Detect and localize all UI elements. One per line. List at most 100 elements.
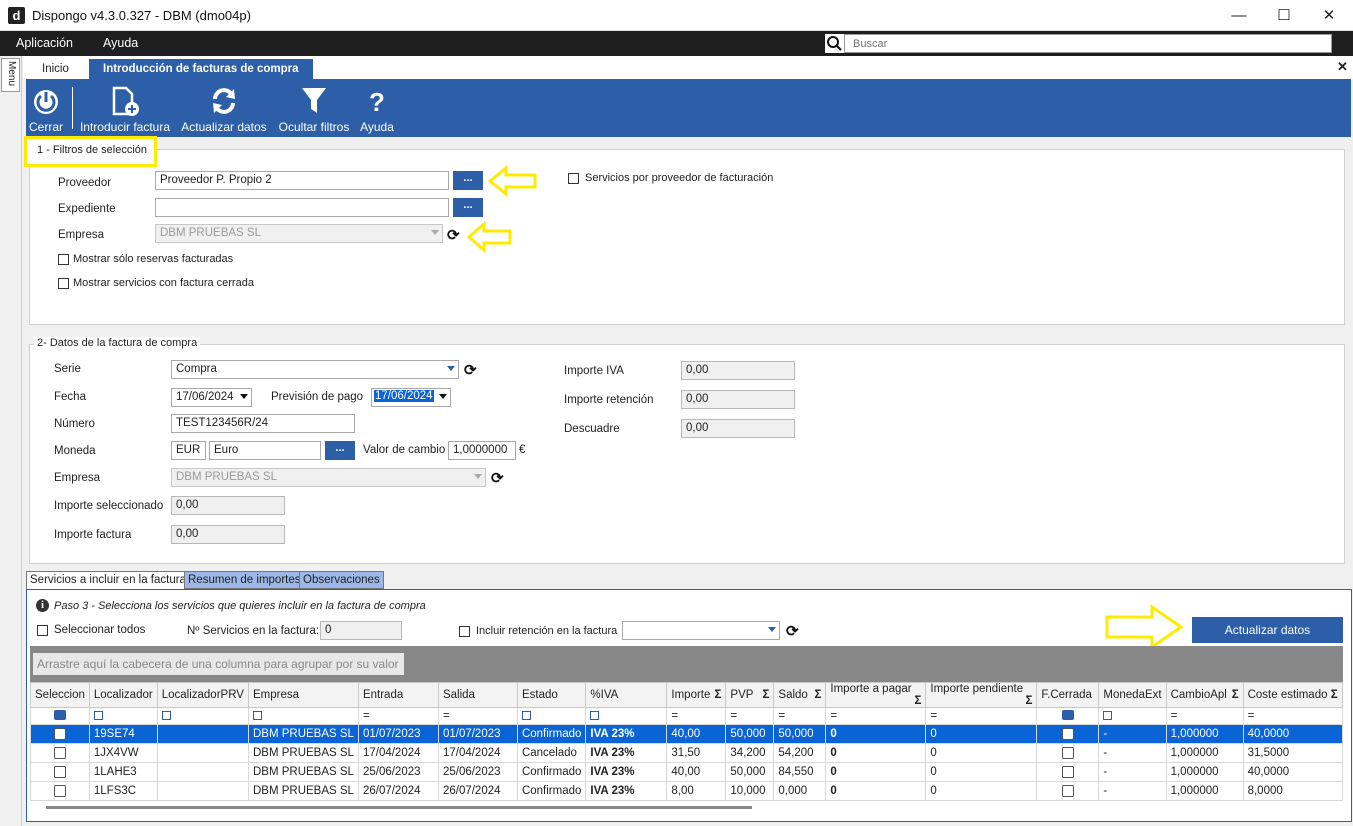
filter-checkbox-icon[interactable] [53,709,66,720]
filter-box-icon[interactable] [1103,711,1113,721]
column-header-localizadorprv[interactable]: LocalizadorPRV [156,682,249,708]
filter-cell[interactable] [88,707,158,725]
select-all-checkbox[interactable] [37,625,48,636]
filter-cell[interactable] [516,707,587,725]
column-header-localizador[interactable]: Localizador [88,682,158,708]
closed-invoice-checkbox[interactable] [58,278,69,289]
filter-cell[interactable]: = [1242,707,1343,725]
date-field[interactable]: 17/06/2024 [171,388,252,407]
filter-cell[interactable] [1036,707,1100,725]
number-field[interactable]: TEST123456R/24 [171,414,355,433]
tab-facturas-compra[interactable]: Introducción de facturas de compra [89,59,313,79]
filter-box-icon[interactable] [252,711,262,721]
filter-box-icon[interactable] [161,711,171,721]
column-header-importe-pendiente[interactable]: Importe pendiente Σ [925,682,1038,708]
filter-cell[interactable] [1098,707,1167,725]
filter-cell[interactable] [585,707,668,725]
filter-cell[interactable] [156,707,249,725]
currency-name-field[interactable]: Euro [209,441,321,460]
side-menu-tab[interactable]: Menu [1,58,20,92]
table-row[interactable]: 1LFS3C DBM PRUEBAS SL 26/07/2024 26/07/2024… [30,781,1343,801]
column-header-estado[interactable]: Estado [516,682,587,708]
filter-cell[interactable] [30,707,90,725]
column-header-coste-estimado[interactable]: Coste estimado Σ [1242,682,1343,708]
column-header-monedaext[interactable]: MonedaExt [1098,682,1167,708]
provider-search-button[interactable]: ... [453,171,483,190]
filter-box-icon[interactable] [93,711,103,721]
column-header-cambioapl[interactable]: CambioApl Σ [1165,682,1244,708]
filter-cell[interactable]: = [773,707,827,725]
column-header-importe[interactable]: Importe Σ [666,682,727,708]
column-header-empresa[interactable]: Empresa [247,682,359,708]
sum-icon[interactable]: Σ [1331,689,1338,701]
closed-checkbox[interactable] [1061,746,1074,759]
menu-aplicacion[interactable]: Aplicación [16,36,73,50]
file-field[interactable] [155,198,449,217]
row-select-checkbox[interactable] [53,765,66,778]
table-row[interactable]: 19SE74 DBM PRUEBAS SL 01/07/2023 01/07/2023… [30,724,1343,744]
new-invoice-button[interactable]: Introducir factura [79,79,171,137]
tab-inicio[interactable]: Inicio [28,59,83,79]
tab-amounts-summary[interactable]: Resumen de importes [184,571,305,589]
close-tab-icon[interactable]: ✕ [1337,59,1348,75]
column-header-saldo[interactable]: Saldo Σ [773,682,827,708]
table-row[interactable]: 1LAHE3 DBM PRUEBAS SL 25/06/2023 25/06/2023… [30,762,1343,782]
menu-ayuda[interactable]: Ayuda [103,36,138,50]
series-select[interactable]: Compra [171,360,459,379]
file-search-button[interactable]: ... [453,198,483,217]
filter-box-icon[interactable] [521,711,531,721]
minimize-button[interactable]: — [1216,0,1262,31]
closed-checkbox[interactable] [1061,727,1074,740]
exchange-field[interactable]: 1,0000000 [448,441,516,460]
filter-cell[interactable]: = [1165,707,1244,725]
provider-field[interactable]: Proveedor P. Propio 2 [155,171,449,190]
column-header-entrada[interactable]: Entrada [357,682,439,708]
sum-icon[interactable]: Σ [815,689,822,701]
sum-icon[interactable]: Σ [1026,695,1033,707]
refresh-invoice-company-icon[interactable]: ⟳ [491,469,504,487]
hide-filters-button[interactable]: Ocultar filtros [276,79,352,137]
filter-checkbox-icon[interactable] [1061,709,1074,720]
close-button[interactable]: Cerrar [28,79,64,137]
filter-cell[interactable]: = [437,707,518,725]
currency-code-field[interactable]: EUR [171,441,206,460]
sum-icon[interactable]: Σ [915,695,922,707]
refresh-data-bottom-button[interactable]: Actualizar datos [1192,617,1343,643]
filter-cell[interactable]: = [725,707,775,725]
search-input[interactable] [849,35,1329,52]
retention-select[interactable] [622,621,780,640]
refresh-series-icon[interactable]: ⟳ [464,361,477,379]
only-invoiced-checkbox[interactable] [58,254,69,265]
column-header-f-cerrada[interactable]: F.Cerrada [1036,682,1100,708]
filter-box-icon[interactable] [590,711,600,721]
filter-cell[interactable]: = [825,707,927,725]
maximize-button[interactable]: ☐ [1261,0,1307,31]
row-select-checkbox[interactable] [53,784,66,797]
company-filter-select[interactable]: DBM PRUEBAS SL [155,224,443,243]
refresh-data-button[interactable]: Actualizar datos [181,79,267,137]
closed-checkbox[interactable] [1061,765,1074,778]
column-header-pvp[interactable]: PVP Σ [725,682,775,708]
refresh-retention-icon[interactable]: ⟳ [786,622,799,640]
row-select-checkbox[interactable] [53,746,66,759]
column-header-seleccion[interactable]: Seleccion [30,682,90,708]
invoice-company-select[interactable]: DBM PRUEBAS SL [171,468,486,487]
sum-icon[interactable]: Σ [715,689,722,701]
column-header-salida[interactable]: Salida [437,682,518,708]
refresh-company-icon[interactable]: ⟳ [447,226,460,244]
close-window-button[interactable]: ✕ [1306,0,1352,31]
column-header--iva[interactable]: %IVA [585,682,668,708]
row-select-checkbox[interactable] [53,727,66,740]
sum-icon[interactable]: Σ [1232,689,1239,701]
filter-cell[interactable]: = [925,707,1038,725]
help-button[interactable]: ? Ayuda [358,79,396,137]
search-icon[interactable] [825,34,845,53]
closed-checkbox[interactable] [1061,784,1074,797]
payment-forecast-field[interactable]: 17/06/2024 [371,388,451,407]
filter-cell[interactable]: = [357,707,439,725]
include-retention-checkbox[interactable] [459,626,470,637]
horizontal-scrollbar[interactable] [46,806,752,809]
tab-services[interactable]: Servicios a incluir en la factura [26,571,190,589]
tab-observations[interactable]: Observaciones [299,571,384,589]
table-row[interactable]: 1JX4VW DBM PRUEBAS SL 17/04/2024 17/04/2024… [30,743,1343,763]
